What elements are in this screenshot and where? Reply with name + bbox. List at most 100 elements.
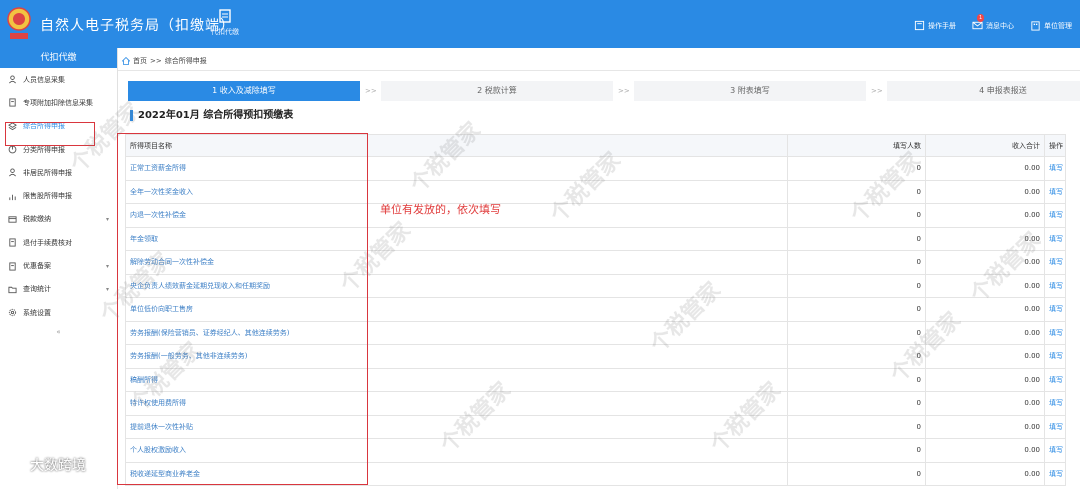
fill-link[interactable]: 填写	[1044, 367, 1066, 392]
item-count: 0	[787, 203, 926, 228]
chart-icon	[9, 194, 16, 200]
sidebar-item[interactable]: 优惠备案 ▾	[0, 254, 117, 277]
item-count: 0	[787, 391, 926, 416]
fill-link[interactable]: 填写	[1044, 320, 1066, 345]
person-icon	[9, 168, 16, 177]
item-count: 0	[787, 461, 926, 486]
sidebar-item[interactable]: 退付手续费核对	[0, 231, 117, 254]
breadcrumb-sep: >>	[150, 57, 162, 65]
collapse-icon[interactable]: «	[54, 328, 64, 336]
item-income: 0.00	[925, 226, 1045, 251]
sidebar-item-label: 查询统计	[23, 285, 51, 294]
item-count: 0	[787, 226, 926, 251]
corner-watermark-text: 大数跨境	[30, 458, 86, 474]
form-title: 2022年01月 综合所得预扣预缴表	[130, 110, 293, 121]
item-income: 0.00	[925, 273, 1045, 298]
breadcrumb-home[interactable]: 首页	[133, 56, 147, 66]
item-income: 0.00	[925, 156, 1045, 181]
chevron-down-icon: ▾	[105, 215, 109, 223]
sidebar-item-label: 非居民所得申报	[23, 168, 72, 177]
item-income: 0.00	[925, 367, 1045, 392]
chevron-down-icon: ▾	[105, 285, 109, 293]
item-income: 0.00	[925, 391, 1045, 416]
item-count: 0	[787, 320, 926, 345]
highlight-box-table	[117, 133, 368, 485]
step-arrow: >>	[871, 87, 883, 95]
sidebar-item[interactable]: 专项附加扣除信息采集	[0, 91, 117, 114]
fill-link[interactable]: 填写	[1044, 273, 1066, 298]
fill-link[interactable]: 填写	[1044, 414, 1066, 439]
breadcrumb-current: 综合所得申报	[164, 57, 207, 65]
item-count: 0	[787, 438, 926, 463]
step-arrow: >>	[365, 87, 377, 95]
fill-link[interactable]: 填写	[1044, 461, 1066, 486]
tax-emblem-logo	[7, 7, 31, 39]
unit-label: 单位管理	[1044, 21, 1072, 30]
sidebar-item[interactable]: 限售股所得申报	[0, 184, 117, 207]
step-tab[interactable]: 4 申报表报送	[887, 81, 1080, 101]
module-label: 代扣代缴	[211, 28, 239, 36]
divider	[118, 70, 1080, 71]
item-income: 0.00	[925, 320, 1045, 345]
manual-label: 操作手册	[928, 21, 956, 30]
item-count: 0	[787, 297, 926, 322]
unit-management-link[interactable]: 单位管理	[1030, 20, 1072, 31]
corner-watermark: 大数跨境	[10, 455, 86, 475]
item-income: 0.00	[925, 438, 1045, 463]
module-icon	[219, 9, 231, 23]
item-count: 0	[787, 156, 926, 181]
fill-link[interactable]: 填写	[1044, 226, 1066, 251]
step-tab[interactable]: 3 附表填写	[634, 81, 866, 101]
folder-icon	[8, 286, 17, 293]
manual-link[interactable]: 操作手册	[914, 20, 956, 31]
sidebar: 代扣代缴 人员信息采集 专项附加扣除信息采集 综合所得申报 分类所得申报 非居民所得申报…	[0, 48, 118, 489]
step-tab[interactable]: 2 税款计算	[381, 81, 613, 101]
sidebar-item[interactable]: 税款缴纳 ▾	[0, 208, 117, 231]
step-arrow: >>	[618, 87, 630, 95]
sidebar-item-label: 退付手续费核对	[23, 238, 72, 247]
item-count: 0	[787, 250, 926, 275]
sidebar-item[interactable]: 非居民所得申报	[0, 161, 117, 184]
person-icon	[9, 75, 16, 84]
doc-icon	[9, 238, 16, 247]
item-income: 0.00	[925, 297, 1045, 322]
message-center-link[interactable]: 1 消息中心	[972, 14, 1014, 31]
item-income: 0.00	[925, 414, 1045, 439]
fill-link[interactable]: 填写	[1044, 156, 1066, 181]
fill-link[interactable]: 填写	[1044, 344, 1066, 369]
fill-link[interactable]: 填写	[1044, 391, 1066, 416]
item-income: 0.00	[925, 203, 1045, 228]
sidebar-item[interactable]: 人员信息采集	[0, 68, 117, 91]
message-label: 消息中心	[986, 21, 1014, 30]
card-icon	[8, 216, 17, 223]
item-income: 0.00	[925, 250, 1045, 275]
annotation-text: 单位有发放的，依次填写	[380, 203, 501, 216]
sidebar-item-label: 系统设置	[23, 308, 51, 317]
highlight-box-sidebar	[5, 122, 95, 146]
fill-link[interactable]: 填写	[1044, 179, 1066, 204]
pie-icon	[8, 145, 17, 154]
fill-link[interactable]: 填写	[1044, 203, 1066, 228]
step-tab[interactable]: 1 收入及减除填写	[128, 81, 360, 101]
item-income: 0.00	[925, 179, 1045, 204]
item-count: 0	[787, 273, 926, 298]
sidebar-item-label: 税款缴纳	[23, 215, 51, 224]
sidebar-item[interactable]: 系统设置	[0, 301, 117, 324]
app-header: 自然人电子税务局（扣缴端） 代扣代缴 操作手册 1 消息中心 单位管理	[0, 0, 1080, 48]
doc-icon	[9, 261, 16, 271]
fill-link[interactable]: 填写	[1044, 250, 1066, 275]
message-badge: 1	[977, 14, 985, 22]
module-withholding[interactable]: 代扣代缴	[205, 8, 245, 37]
fill-link[interactable]: 填写	[1044, 438, 1066, 463]
sidebar-item-label: 专项附加扣除信息采集	[23, 98, 93, 107]
fill-link[interactable]: 填写	[1044, 297, 1066, 322]
item-income: 0.00	[925, 344, 1045, 369]
breadcrumb: 首页 >> 综合所得申报	[122, 56, 207, 66]
sidebar-item-label: 分类所得申报	[23, 145, 65, 154]
gear-icon	[8, 309, 17, 317]
sidebar-item-label: 限售股所得申报	[23, 192, 72, 201]
sidebar-item[interactable]: 查询统计 ▾	[0, 278, 117, 301]
item-count: 0	[787, 367, 926, 392]
header-operation: 操作	[1044, 134, 1066, 157]
building-icon	[1031, 21, 1040, 31]
